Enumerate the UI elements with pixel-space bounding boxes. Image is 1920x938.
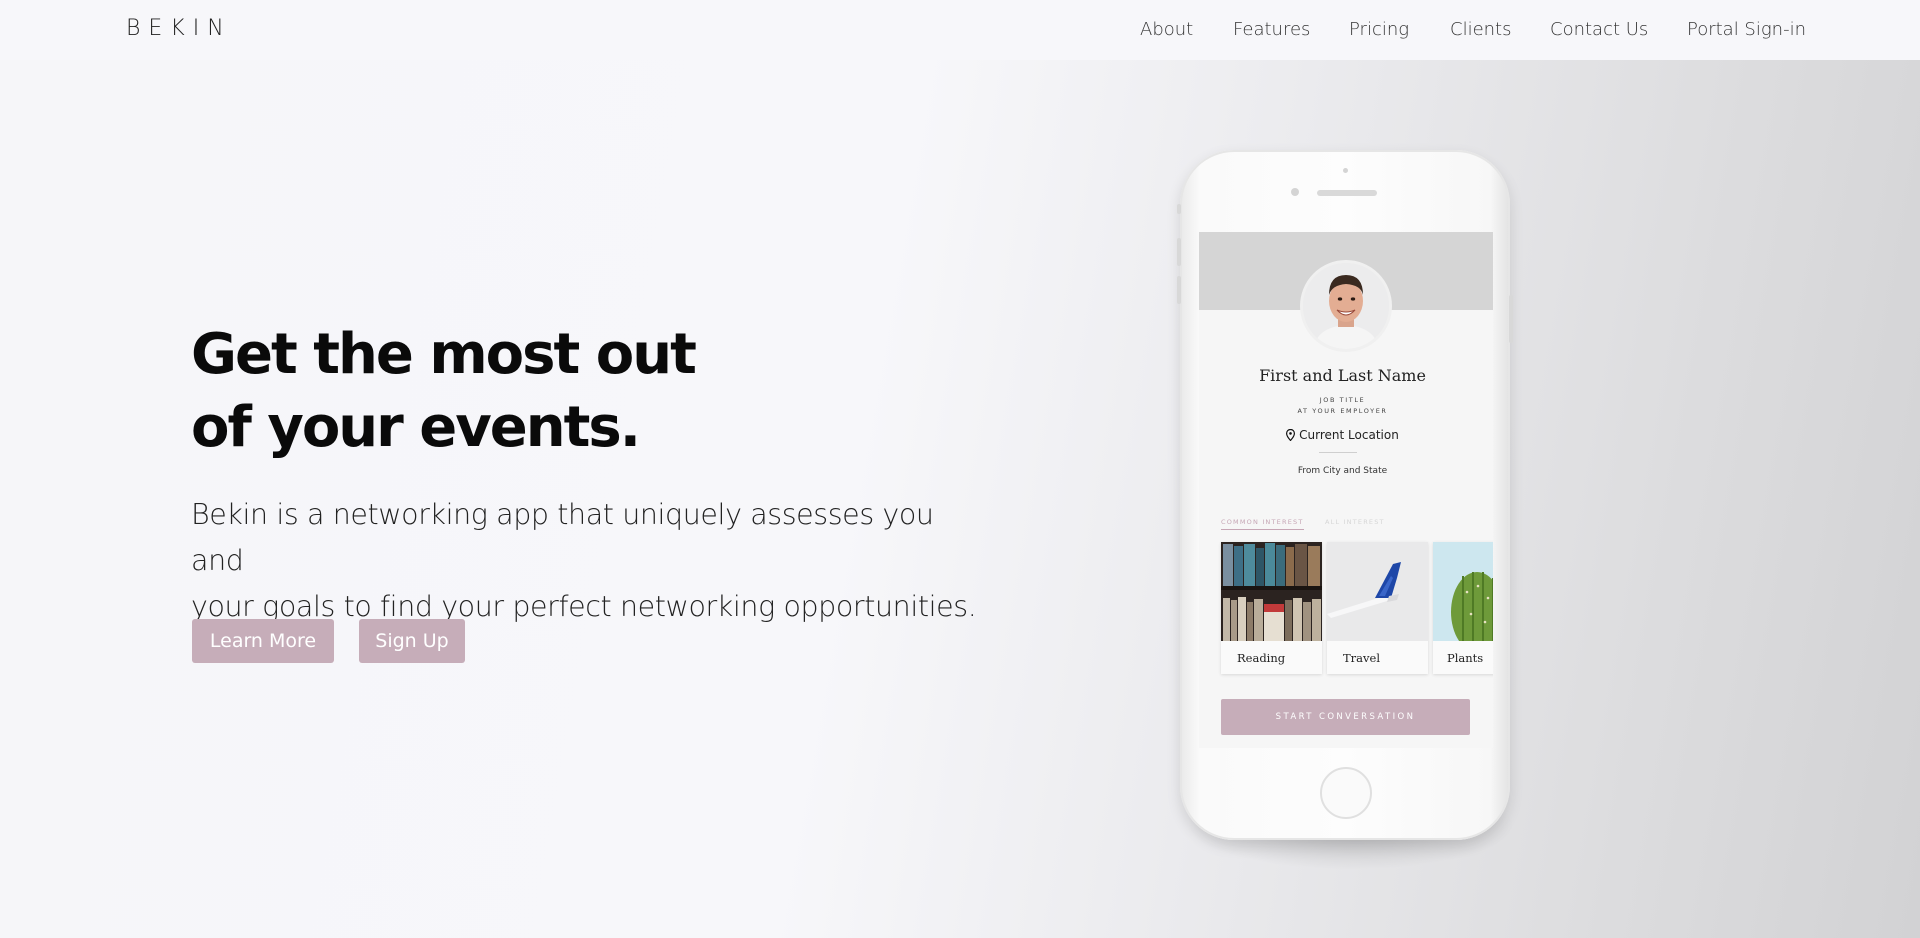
brand-logo[interactable]: BEKIN xyxy=(126,16,232,41)
hero-title: Get the most out of your events. xyxy=(191,318,811,464)
phone-mockup: First and Last Name JOB TITLE AT YOUR EM… xyxy=(1177,150,1513,840)
learn-more-button[interactable]: Learn More xyxy=(192,619,334,663)
phone-power-button xyxy=(1509,295,1513,343)
travel-image xyxy=(1327,542,1428,641)
interest-label-plants: Plants xyxy=(1447,651,1484,665)
profile-avatar xyxy=(1300,260,1392,352)
speaker-grille xyxy=(1317,190,1377,196)
home-button xyxy=(1320,767,1372,819)
profile-employer: AT YOUR EMPLOYER xyxy=(1297,407,1388,415)
phone-volume-down xyxy=(1177,276,1181,304)
hero-title-line-1: Get the most out xyxy=(191,322,697,387)
nav-link-clients[interactable]: Clients xyxy=(1450,19,1512,40)
profile-divider xyxy=(1319,452,1357,453)
profile-job-title: JOB TITLE xyxy=(1319,396,1366,404)
sign-up-button[interactable]: Sign Up xyxy=(359,619,465,663)
phone-screen: First and Last Name JOB TITLE AT YOUR EM… xyxy=(1199,232,1493,748)
nav-link-portal-sign-in[interactable]: Portal Sign-in xyxy=(1687,19,1806,40)
reading-image xyxy=(1221,542,1322,641)
hero-subtitle: Bekin is a networking app that uniquely … xyxy=(191,492,991,630)
profile-hometown: From City and State xyxy=(1297,466,1388,476)
tab-all-interest[interactable]: ALL INTEREST xyxy=(1325,518,1385,526)
phone-volume-up xyxy=(1177,238,1181,266)
profile-location-text: Current Location xyxy=(1299,428,1399,442)
tab-common-interest[interactable]: COMMON INTEREST xyxy=(1221,518,1304,530)
interest-card-reading[interactable]: Reading xyxy=(1221,542,1322,674)
interest-card-travel[interactable]: Travel xyxy=(1327,542,1428,674)
plants-image xyxy=(1433,542,1493,641)
profile-name: First and Last Name xyxy=(1259,366,1426,385)
nav-link-contact-us[interactable]: Contact Us xyxy=(1550,19,1648,40)
nav-link-about[interactable]: About xyxy=(1140,19,1193,40)
interest-label-travel: Travel xyxy=(1343,651,1381,665)
start-conversation-button[interactable]: START CONVERSATION xyxy=(1221,699,1470,735)
interest-card-plants[interactable]: Plants xyxy=(1433,542,1493,674)
top-nav: BEKIN About Features Pricing Clients Con… xyxy=(0,0,1920,60)
location-pin-icon xyxy=(1286,428,1296,442)
profile-location: Current Location xyxy=(1199,428,1486,442)
proximity-sensor-icon xyxy=(1343,168,1348,173)
hero-title-line-2: of your events. xyxy=(191,395,641,460)
hero-subtitle-line-1: Bekin is a networking app that uniquely … xyxy=(191,498,934,577)
nav-link-features[interactable]: Features xyxy=(1233,19,1310,40)
front-camera-icon xyxy=(1291,188,1299,196)
interest-label-reading: Reading xyxy=(1237,651,1286,665)
nav-link-pricing[interactable]: Pricing xyxy=(1349,19,1409,40)
phone-mute-switch xyxy=(1177,204,1181,214)
